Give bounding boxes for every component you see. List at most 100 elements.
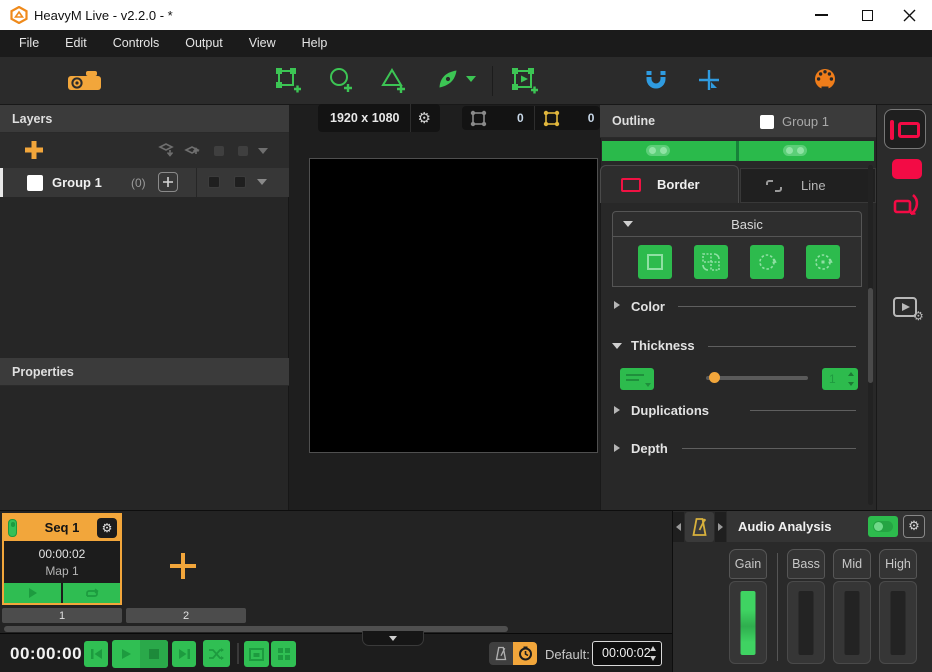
- thickness-slider-track[interactable]: [706, 376, 808, 380]
- color-section-label[interactable]: Color: [631, 299, 665, 314]
- menu-output[interactable]: Output: [172, 30, 236, 57]
- gain-slider[interactable]: [729, 581, 767, 664]
- sequence-settings-button[interactable]: ⚙: [97, 518, 117, 538]
- play-button[interactable]: [112, 640, 140, 668]
- preset-swap-button[interactable]: [694, 245, 728, 279]
- preset-rotate-button[interactable]: [750, 245, 784, 279]
- add-player-icon[interactable]: [510, 66, 538, 94]
- sequence-scrollbar[interactable]: [4, 626, 508, 632]
- thickness-step-up-icon[interactable]: [848, 372, 854, 376]
- resolution-settings-gear-icon[interactable]: ⚙: [411, 111, 431, 126]
- sequence-card[interactable]: Seq 1 ⚙ 00:00:02 Map 1: [2, 513, 122, 605]
- menu-controls[interactable]: Controls: [100, 30, 173, 57]
- output-canvas[interactable]: [309, 158, 598, 453]
- add-circle-icon[interactable]: [328, 67, 354, 93]
- stop-button[interactable]: [140, 640, 168, 668]
- effect-active-bar: [602, 141, 874, 161]
- preset-static-button[interactable]: [638, 245, 672, 279]
- duration-step-down-icon[interactable]: [650, 656, 656, 661]
- group-name[interactable]: Group 1: [52, 175, 102, 190]
- shuffle-button[interactable]: [203, 640, 230, 667]
- thickness-value-spinbox[interactable]: 1: [822, 368, 858, 390]
- skip-back-button[interactable]: [84, 641, 108, 667]
- sequence-column-1[interactable]: 1: [2, 608, 122, 623]
- default-duration-spinbox[interactable]: 00:00:02: [592, 641, 662, 666]
- duplications-expand-icon[interactable]: [614, 406, 620, 414]
- duplications-section-label[interactable]: Duplications: [631, 403, 709, 418]
- thickness-step-down-icon[interactable]: [848, 382, 854, 386]
- preset-rotate-alt-button[interactable]: [806, 245, 840, 279]
- audio-beat-tab-button[interactable]: [685, 512, 714, 542]
- audio-tab-next-button[interactable]: [715, 512, 726, 542]
- menu-view[interactable]: View: [236, 30, 289, 57]
- pen-tool-icon[interactable]: [437, 68, 459, 90]
- audio-settings-button[interactable]: ⚙: [903, 515, 925, 538]
- group-color-swatch[interactable]: [27, 175, 43, 191]
- thickness-slider-knob[interactable]: [709, 372, 720, 383]
- magnet-snap-icon[interactable]: [645, 70, 667, 91]
- outline-scrollbar-thumb[interactable]: [868, 288, 873, 383]
- minimize-button[interactable]: [798, 0, 844, 30]
- tab-border[interactable]: Border: [600, 165, 739, 203]
- outline-effect-button-selected[interactable]: [884, 109, 926, 149]
- tab-line[interactable]: Line: [740, 168, 876, 203]
- sequence-play-button[interactable]: [4, 583, 61, 603]
- menu-bar: File Edit Controls Output View Help: [0, 30, 932, 57]
- thickness-unit-dropdown[interactable]: [620, 368, 654, 390]
- move-layer-up-icon[interactable]: [184, 142, 203, 158]
- layers-collapse-icon[interactable]: [258, 148, 268, 154]
- depth-section-label[interactable]: Depth: [631, 441, 668, 456]
- outline-panel-header: Outline Group 1: [600, 105, 876, 138]
- midi-icon[interactable]: [814, 68, 836, 90]
- line-tab-icon: [765, 179, 783, 193]
- layer-blend-toggle-icon[interactable]: [214, 146, 224, 156]
- menu-file[interactable]: File: [6, 30, 52, 57]
- thickness-collapse-icon[interactable]: [612, 343, 622, 349]
- depth-expand-icon[interactable]: [614, 444, 620, 452]
- add-layer-icon[interactable]: [22, 138, 46, 162]
- fill-effect-button[interactable]: [892, 159, 922, 179]
- skip-forward-button[interactable]: [172, 641, 196, 667]
- pen-tool-dropdown-icon[interactable]: [466, 76, 476, 82]
- basic-presets-header[interactable]: Basic: [612, 211, 862, 237]
- collapse-timeline-button[interactable]: [362, 631, 424, 646]
- audio-enable-toggle[interactable]: [868, 516, 898, 537]
- multi-view-button[interactable]: [271, 641, 296, 667]
- group-opacity-toggle-icon[interactable]: [234, 176, 246, 188]
- skip-back-icon: [90, 648, 103, 660]
- resolution-button[interactable]: 1920 x 1080 ⚙: [318, 104, 440, 132]
- animation-effect-button[interactable]: [890, 192, 922, 222]
- anchor-point-icon[interactable]: [698, 69, 720, 91]
- default-duration-value: 00:00:02: [602, 646, 651, 660]
- audio-analysis-title: Audio Analysis: [738, 519, 831, 534]
- sequence-column-2[interactable]: 2: [126, 608, 246, 623]
- output-window-button[interactable]: [244, 641, 269, 667]
- color-expand-icon[interactable]: [614, 301, 620, 309]
- color-section-line: [678, 306, 856, 307]
- layer-opacity-toggle-icon[interactable]: [238, 146, 248, 156]
- sequence-loop-button[interactable]: [63, 583, 120, 603]
- add-quad-icon[interactable]: [275, 67, 301, 93]
- add-triangle-icon[interactable]: [381, 67, 407, 93]
- projector-output-icon[interactable]: [67, 69, 103, 93]
- audio-tab-prev-button[interactable]: [673, 512, 684, 542]
- layer-group-row[interactable]: Group 1 (0): [0, 168, 289, 197]
- duration-step-up-icon[interactable]: [650, 646, 656, 651]
- group-blend-toggle-icon[interactable]: [208, 176, 220, 188]
- high-slider[interactable]: [879, 581, 917, 664]
- mid-slider[interactable]: [833, 581, 871, 664]
- timer-mode-button[interactable]: [513, 642, 537, 665]
- add-sequence-icon[interactable]: [168, 551, 198, 581]
- beat-mode-button[interactable]: [489, 642, 513, 665]
- effect-toggle-left[interactable]: [646, 145, 670, 156]
- effect-toggle-right[interactable]: [783, 145, 807, 156]
- menu-edit[interactable]: Edit: [52, 30, 100, 57]
- group-collapse-icon[interactable]: [257, 179, 267, 185]
- menu-help[interactable]: Help: [289, 30, 341, 57]
- maximize-button[interactable]: [844, 0, 890, 30]
- close-button[interactable]: [886, 0, 932, 30]
- move-layer-down-icon[interactable]: [158, 142, 177, 158]
- thickness-section-label[interactable]: Thickness: [631, 338, 695, 353]
- add-shape-to-group-button[interactable]: [158, 172, 178, 192]
- bass-slider[interactable]: [787, 581, 825, 664]
